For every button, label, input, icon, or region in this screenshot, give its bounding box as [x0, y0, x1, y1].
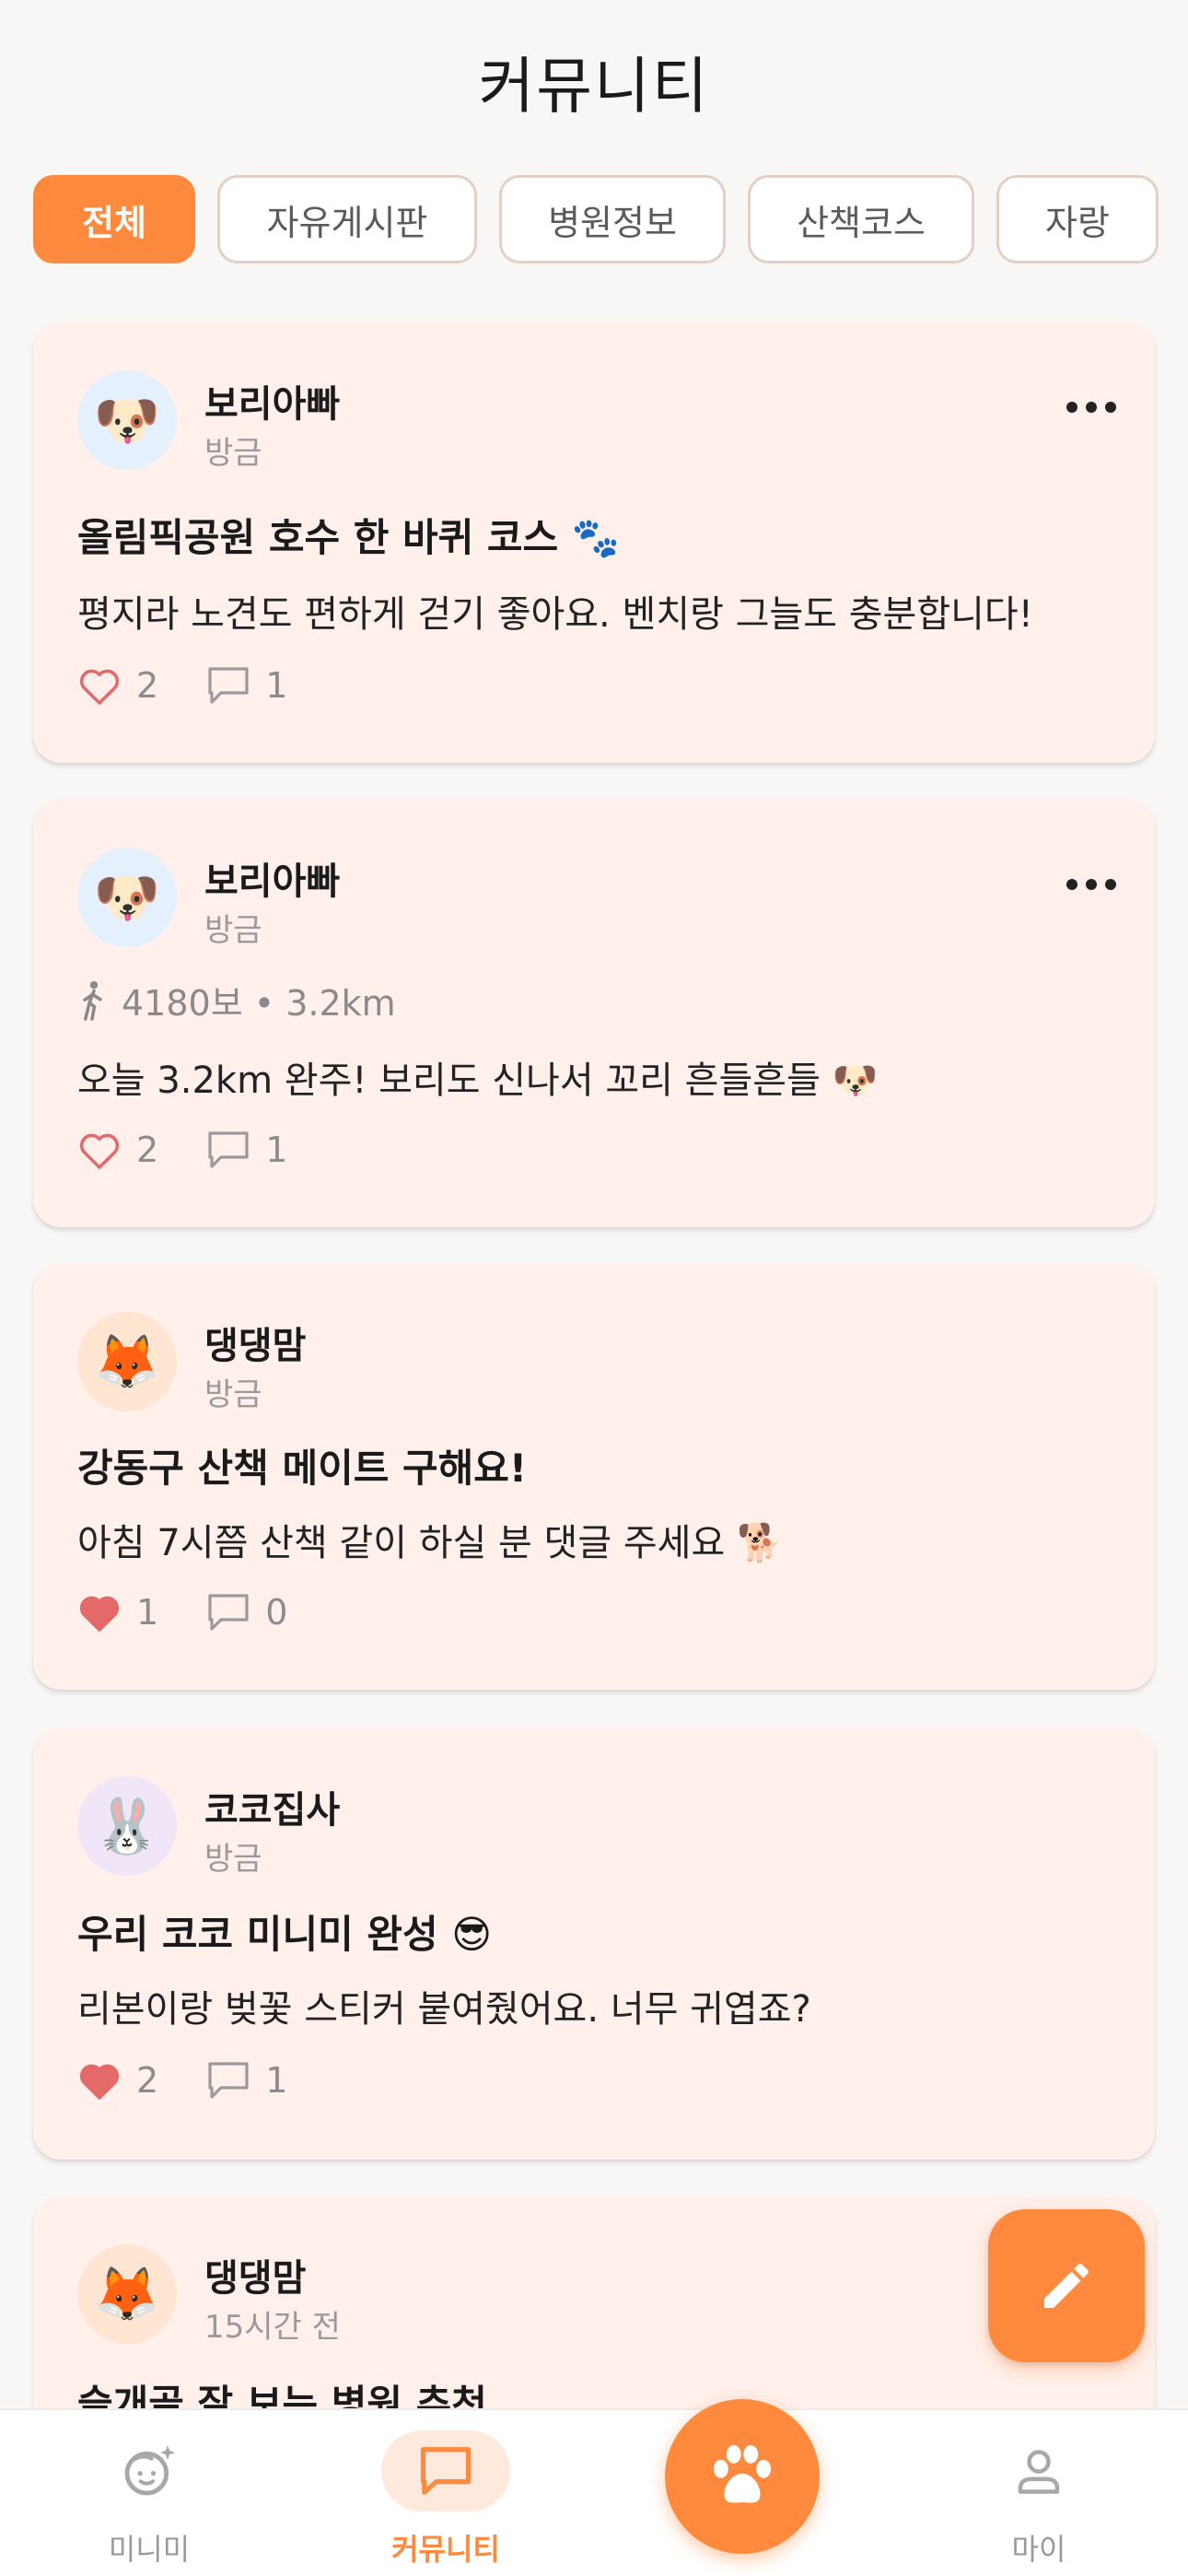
face-sparkle-icon [124, 2445, 175, 2496]
heart-outline-icon [79, 1133, 120, 1169]
post-card[interactable]: 🐶 보리아빠 방금 올림픽공원 호수 한 바퀴 코스 🐾 평지라 노견도 편하게… [33, 322, 1155, 763]
chip-boast[interactable]: 자랑 [996, 175, 1159, 263]
more-icon[interactable] [1066, 879, 1116, 890]
paw-icon [713, 2444, 772, 2503]
post-title: 강동구 산책 메이트 구해요! [77, 1446, 528, 1491]
comment-icon [208, 1131, 249, 1168]
comment-count: 1 [265, 1130, 288, 1170]
post-actions: 2 1 [77, 1130, 335, 1170]
chip-walk-course[interactable]: 산책코스 [748, 175, 974, 263]
category-chips: 전체 자유게시판 병원정보 산책코스 자랑 [33, 175, 1159, 263]
comment-button[interactable]: 1 [206, 2060, 287, 2101]
nav-item-community[interactable]: 커뮤니티 [335, 2410, 556, 2576]
write-post-button[interactable] [988, 2209, 1145, 2362]
nav-label: 미니미 [108, 2532, 191, 2567]
avatar: 🐶 [77, 370, 177, 470]
chip-all[interactable]: 전체 [33, 175, 195, 263]
walking-icon [83, 980, 102, 1021]
post-actions: 2 1 [77, 2060, 335, 2101]
post-body: 평지라 노견도 편하게 걷기 좋아요. 벤치랑 그늘도 충분합니다! [77, 593, 1033, 636]
person-icon [1018, 2450, 1060, 2494]
nav-label: 커뮤니티 [391, 2532, 500, 2567]
comment-icon [208, 1594, 249, 1631]
like-button[interactable]: 1 [77, 1592, 158, 1633]
chat-bubble-icon [420, 2447, 472, 2495]
comment-button[interactable]: 1 [206, 665, 287, 706]
nav-item-my[interactable]: 마이 [928, 2410, 1149, 2576]
post-body: 리본이랑 벚꽃 스티커 붙여줬어요. 너무 귀엽죠? [77, 1988, 811, 2031]
avatar: 🦊 [77, 2244, 177, 2344]
heart-filled-icon [79, 2064, 120, 2100]
comment-icon [208, 2062, 249, 2099]
post-time: 방금 [204, 1841, 262, 1878]
avatar: 🐶 [77, 848, 177, 947]
avatar: 🦊 [77, 1312, 177, 1411]
post-time: 방금 [204, 435, 262, 472]
post-title: 우리 코코 미니미 완성 😎 [77, 1912, 493, 1957]
chip-free-board[interactable]: 자유게시판 [217, 175, 477, 263]
heart-outline-icon [79, 669, 120, 705]
like-button[interactable]: 2 [77, 665, 158, 706]
avatar: 🐰 [77, 1776, 177, 1876]
post-actions: 2 1 [77, 665, 335, 706]
post-title: 올림픽공원 호수 한 바퀴 코스 🐾 [77, 515, 621, 560]
post-author: 코코집사 [204, 1789, 341, 1832]
like-count: 2 [136, 2060, 159, 2101]
walk-stats: 4180보 • 3.2km [77, 975, 396, 1025]
post-author: 보리아빠 [204, 383, 341, 426]
comment-count: 1 [265, 665, 288, 706]
post-author: 댕댕맘 [204, 2257, 307, 2300]
walk-summary: 4180보 • 3.2km [122, 983, 396, 1024]
community-screen: 커뮤니티 전체 자유게시판 병원정보 산책코스 자랑 🐶 보리아빠 방금 올림픽… [0, 0, 1188, 2576]
post-body: 아침 7시쯤 산책 같이 하실 분 댓글 주세요 🐕 [77, 1522, 783, 1564]
post-time: 15시간 전 [204, 2309, 341, 2346]
like-count: 2 [136, 1130, 159, 1170]
comment-button[interactable]: 1 [206, 1130, 287, 1170]
page-title: 커뮤니티 [478, 51, 710, 122]
post-author: 보리아빠 [204, 861, 341, 903]
chip-hospital-info[interactable]: 병원정보 [499, 175, 726, 263]
comment-count: 1 [265, 2060, 288, 2101]
heart-filled-icon [79, 1596, 120, 1632]
paw-center-button[interactable] [665, 2399, 820, 2554]
post-card[interactable]: 🐶 보리아빠 방금 4180보 • 3.2km 오늘 3.2km 완주! 보리도… [33, 800, 1155, 1227]
like-count: 1 [136, 1592, 159, 1633]
bottom-nav: 미니미 커뮤니티 마이 [0, 2408, 1188, 2576]
comment-count: 0 [265, 1592, 288, 1633]
nav-label: 마이 [1011, 2532, 1066, 2567]
post-card[interactable]: 🐰 코코집사 방금 우리 코코 미니미 완성 😎 리본이랑 벚꽃 스티커 붙여줬… [33, 1728, 1155, 2160]
post-author: 댕댕맘 [204, 1325, 307, 1367]
comment-button[interactable]: 0 [206, 1592, 287, 1633]
post-time: 방금 [204, 1376, 262, 1413]
like-button[interactable]: 2 [77, 1130, 158, 1170]
nav-item-minimi[interactable]: 미니미 [39, 2410, 260, 2576]
like-button[interactable]: 2 [77, 2060, 158, 2101]
pencil-icon [1044, 2264, 1089, 2308]
post-actions: 1 0 [77, 1592, 335, 1633]
like-count: 2 [136, 665, 159, 706]
post-card[interactable]: 🦊 댕댕맘 방금 강동구 산책 메이트 구해요! 아침 7시쯤 산책 같이 하실… [33, 1264, 1155, 1690]
post-time: 방금 [204, 912, 262, 949]
more-icon[interactable] [1066, 402, 1116, 413]
post-body: 오늘 3.2km 완주! 보리도 신나서 꼬리 흔들흔들 🐶 [77, 1060, 879, 1102]
comment-icon [208, 667, 249, 704]
